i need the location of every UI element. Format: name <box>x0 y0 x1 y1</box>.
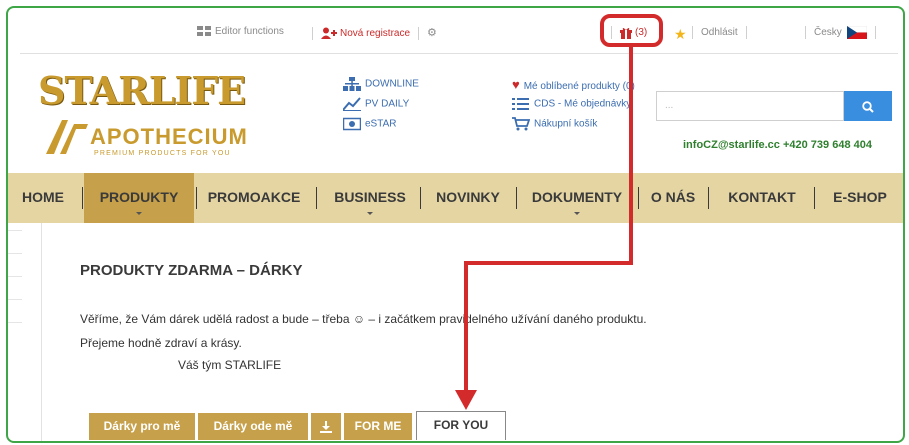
cds-orders-label: CDS - Mé objednávky <box>534 98 632 110</box>
nav-novinky[interactable]: NOVINKY <box>428 173 508 223</box>
nav-divider <box>196 187 197 209</box>
search-button[interactable] <box>844 91 892 121</box>
nav-produkty[interactable]: PRODUKTY <box>84 173 194 223</box>
language-label: Česky <box>814 27 842 39</box>
nav-produkty-label: PRODUKTY <box>99 189 179 205</box>
cds-orders-link[interactable]: CDS - Mé objednávky <box>512 97 631 111</box>
gear-icon[interactable]: ⚙ <box>427 27 437 39</box>
nav-business-label: BUSINESS <box>334 189 406 205</box>
main-nav: HOME PRODUKTY PROMOAKCE BUSINESS NOVINKY… <box>8 173 903 223</box>
editor-functions[interactable]: Editor functions <box>197 26 284 37</box>
cart-label: Nákupní košík <box>534 118 598 130</box>
tab-download[interactable] <box>311 413 341 440</box>
search-icon <box>862 100 874 113</box>
divider <box>805 26 806 39</box>
language-selector[interactable]: Česky <box>805 25 884 39</box>
money-icon <box>343 117 361 131</box>
divider <box>418 26 420 40</box>
estar-label: eSTAR <box>365 118 397 130</box>
intro-line-1: Věříme, že Vám dárek udělá radost a bude… <box>80 312 647 326</box>
line-chart-icon <box>343 97 361 111</box>
starlife-logo[interactable]: STARLIFE <box>38 68 246 113</box>
register-link[interactable]: Nová registrace ⚙ <box>304 26 437 40</box>
divider <box>745 26 747 39</box>
estar-link[interactable]: eSTAR <box>343 117 397 131</box>
cart-link[interactable]: Nákupní košík <box>512 117 597 131</box>
list-icon <box>512 98 529 110</box>
tab-for-you[interactable]: FOR YOU <box>416 411 506 440</box>
editor-functions-label: Editor functions <box>215 26 284 38</box>
nav-dokumenty-label: DOKUMENTY <box>531 189 623 205</box>
downline-link[interactable]: DOWNLINE <box>343 77 419 91</box>
tab-for-me[interactable]: FOR ME <box>344 413 412 440</box>
nav-divider <box>516 187 517 209</box>
page-title: PRODUKTY ZDARMA – DÁRKY <box>80 262 303 279</box>
nav-promoakce[interactable]: PROMOAKCE <box>200 173 308 223</box>
nav-o-nas[interactable]: O NÁS <box>644 173 702 223</box>
favorites-star[interactable]: ★ <box>674 26 687 43</box>
apothecium-text: APOTHECIUM <box>90 124 248 149</box>
caret-down-icon <box>367 212 373 215</box>
nav-divider <box>638 187 639 209</box>
nav-business[interactable]: BUSINESS <box>324 173 416 223</box>
star-icon: ★ <box>674 26 687 42</box>
add-user-icon <box>321 27 337 40</box>
nav-divider <box>708 187 709 209</box>
annotation-highlight-box <box>600 14 663 47</box>
nav-divider <box>420 187 421 209</box>
czech-flag-icon <box>846 25 867 39</box>
content-area <box>41 223 903 441</box>
downline-label: DOWNLINE <box>365 78 419 90</box>
divider <box>312 26 313 40</box>
nav-dokumenty[interactable]: DOKUMENTY <box>524 173 630 223</box>
grid-icon <box>197 26 211 36</box>
favorites-link[interactable]: ♥ Mé oblíbené produkty (0) <box>512 77 635 92</box>
pv-daily-label: PV DAILY <box>365 98 410 110</box>
search-input[interactable]: ... <box>656 91 844 121</box>
cart-icon <box>512 117 530 131</box>
browser-frame: Editor functions Nová registrace ⚙ (3) ★ … <box>6 6 905 443</box>
nav-home[interactable]: HOME <box>18 173 68 223</box>
divider <box>874 26 876 39</box>
apothecium-subtitle: PREMIUM PRODUCTS FOR YOU <box>94 150 231 157</box>
divider <box>692 26 693 39</box>
nav-divider <box>814 187 815 209</box>
nav-kontakt[interactable]: KONTAKT <box>716 173 808 223</box>
caret-down-icon <box>136 212 142 215</box>
intro-line-2: Přejeme hodně zdraví a krásy. <box>80 336 242 350</box>
org-chart-icon <box>343 77 361 91</box>
pv-daily-link[interactable]: PV DAILY <box>343 97 409 111</box>
tab-darky-pro-me[interactable]: Dárky pro mě <box>89 413 195 440</box>
apothecium-mark-icon <box>46 120 88 154</box>
nav-divider <box>82 187 83 209</box>
logout-link[interactable]: Odhlásit <box>692 26 755 39</box>
heart-icon: ♥ <box>512 77 520 92</box>
register-label: Nová registrace <box>340 28 411 39</box>
nav-eshop[interactable]: E-SHOP <box>820 173 900 223</box>
top-utility-bar: Editor functions Nová registrace ⚙ (3) ★ … <box>8 8 903 53</box>
favorites-label: Mé oblíbené produkty (0) <box>523 81 635 92</box>
logout-label: Odhlásit <box>701 27 738 39</box>
top-divider <box>20 53 898 54</box>
nav-divider <box>316 187 317 209</box>
download-icon <box>320 420 332 433</box>
contact-info: infoCZ@starlife.cc +420 739 648 404 <box>683 139 872 151</box>
caret-down-icon <box>574 212 580 215</box>
tab-darky-ode-me[interactable]: Dárky ode mě <box>198 413 308 440</box>
intro-signature: Váš tým STARLIFE <box>178 358 282 372</box>
edge-ticks <box>8 230 22 345</box>
